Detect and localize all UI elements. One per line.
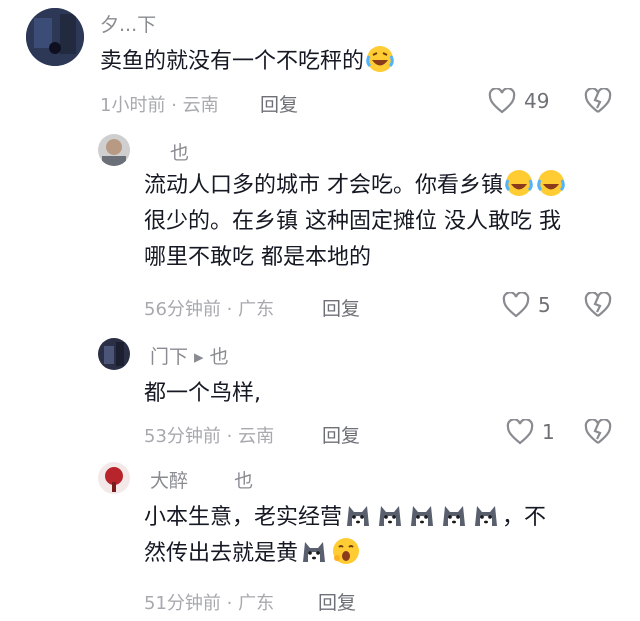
husky-emoji	[299, 536, 329, 566]
comment-text: 都一个鸟样,	[144, 381, 261, 406]
dislike-button[interactable]	[584, 292, 612, 318]
comment-text: 卖鱼的就没有一个不吃秤的	[100, 44, 396, 80]
heart-icon	[488, 88, 516, 114]
comment-meta: 56分钟前 · 广东	[144, 299, 275, 320]
like-button[interactable]: 5	[502, 292, 551, 318]
comment-username[interactable]: 大醉 也	[150, 466, 253, 493]
laugh-cry-emoji	[536, 168, 566, 198]
yawn-emoji	[331, 536, 361, 566]
broken-heart-icon	[584, 88, 612, 114]
husky-emoji	[343, 500, 373, 530]
heart-icon	[502, 292, 530, 318]
husky-emoji	[439, 500, 469, 530]
laugh-cry-emoji	[365, 44, 395, 74]
like-count: 5	[538, 293, 551, 317]
comment-meta: 51分钟前 · 广东	[144, 593, 275, 614]
comment-text: 小本生意，老实经营 ，不 然传出去就是黄	[144, 500, 614, 572]
avatar[interactable]	[98, 338, 130, 370]
dislike-button[interactable]	[584, 88, 612, 114]
like-count: 1	[542, 420, 555, 444]
reply-button[interactable]: 回复	[322, 421, 360, 448]
dislike-button[interactable]	[584, 419, 612, 445]
avatar[interactable]	[26, 8, 84, 66]
avatar[interactable]	[98, 134, 130, 166]
comment-meta: 53分钟前 · 云南	[144, 426, 275, 447]
reply-button[interactable]: 回复	[260, 90, 298, 117]
comment-username[interactable]: 也	[170, 138, 189, 165]
laugh-cry-emoji	[504, 168, 534, 198]
heart-icon	[506, 419, 534, 445]
avatar[interactable]	[98, 462, 130, 494]
like-button[interactable]: 49	[488, 88, 549, 114]
broken-heart-icon	[584, 292, 612, 318]
husky-emoji	[471, 500, 501, 530]
comment-username[interactable]: 门下 ▸ 也	[150, 342, 229, 369]
comment-username[interactable]: 夕...下	[100, 10, 156, 37]
broken-heart-icon	[584, 419, 612, 445]
comment-text: 流动人口多的城市 才会吃。你看乡镇 很少的。在乡镇 这种固定摊位 没人敢吃 我 …	[144, 168, 614, 276]
comment-meta: 1小时前 · 云南	[100, 95, 219, 116]
reply-button[interactable]: 回复	[318, 588, 356, 615]
like-count: 49	[524, 89, 550, 113]
like-button[interactable]: 1	[506, 419, 555, 445]
reply-button[interactable]: 回复	[322, 294, 360, 321]
husky-emoji	[407, 500, 437, 530]
husky-emoji	[375, 500, 405, 530]
